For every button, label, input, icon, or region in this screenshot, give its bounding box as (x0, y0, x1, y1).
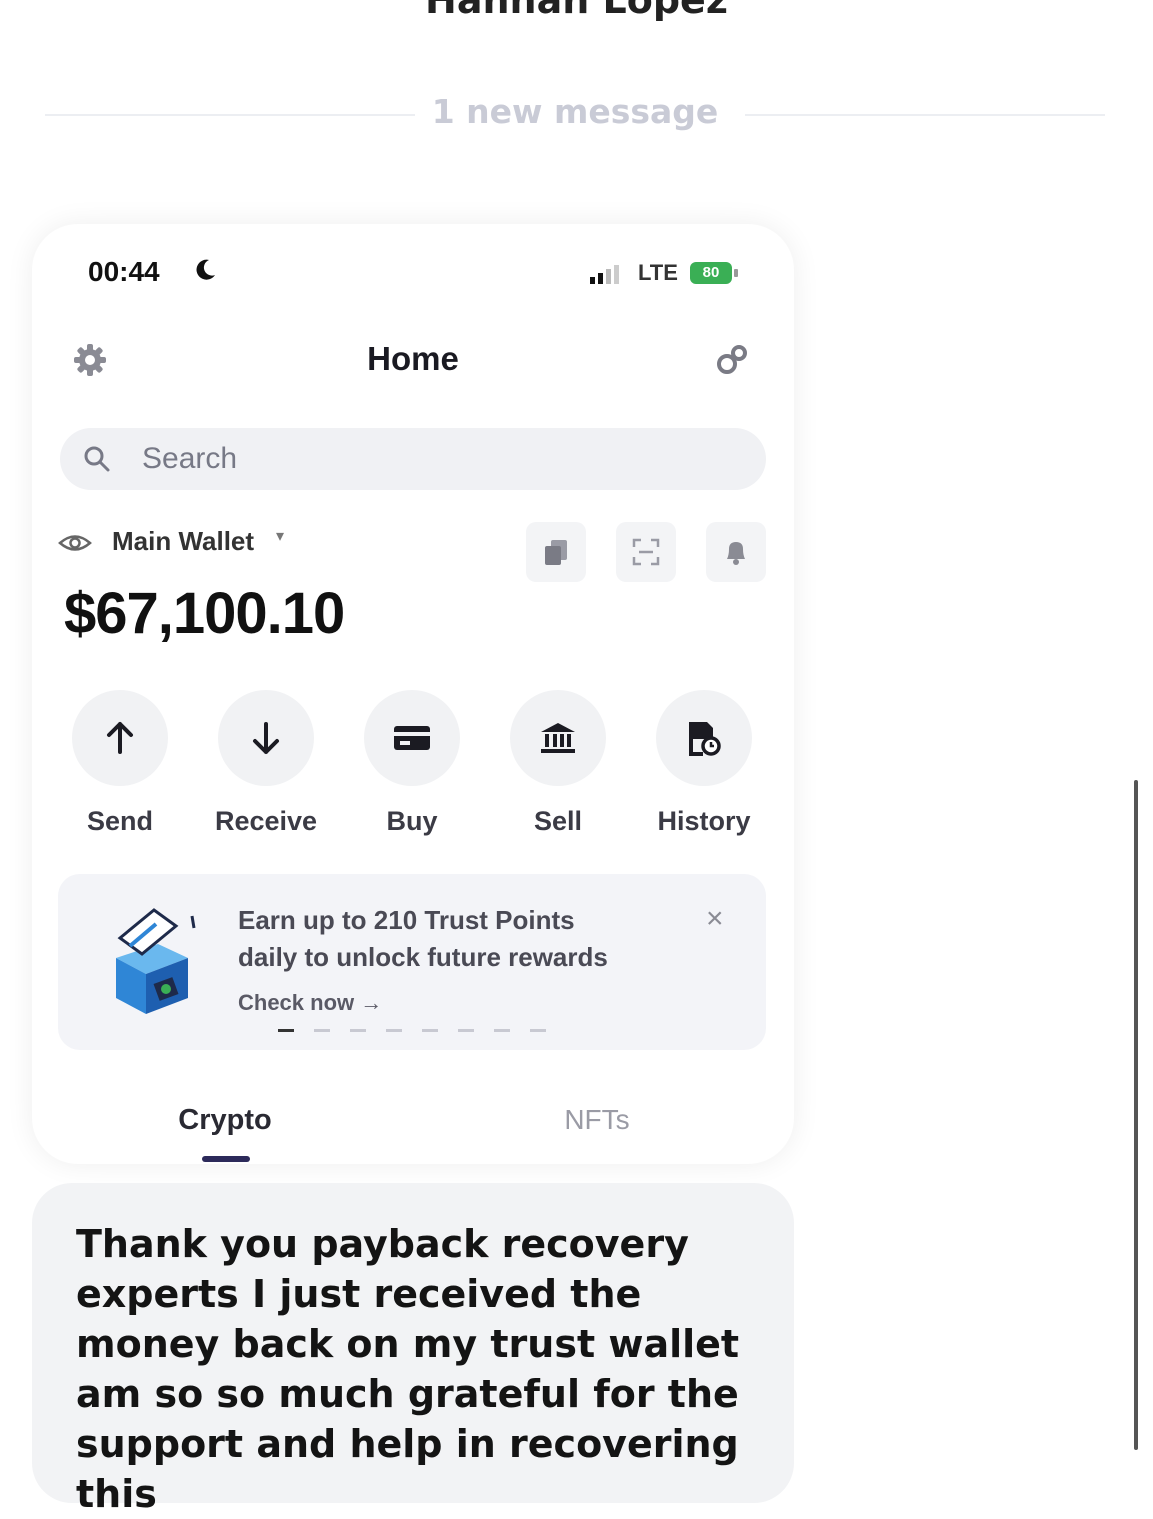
eye-icon[interactable] (58, 526, 92, 560)
status-time: 00:44 (88, 256, 160, 287)
promo-line-1: Earn up to 210 Trust Points (238, 905, 575, 935)
scan-icon (632, 538, 660, 566)
tab-crypto[interactable]: Crypto (150, 1104, 300, 1137)
new-message-divider: 1 new message (45, 92, 1105, 132)
active-tab-indicator (202, 1156, 250, 1162)
close-icon[interactable]: × (706, 902, 724, 936)
promo-line-2: daily to unlock future rewards (238, 942, 608, 972)
pager-dot (350, 1029, 366, 1032)
tab-nfts[interactable]: NFTs (532, 1104, 662, 1136)
signal-icon (590, 265, 619, 284)
wallet-screenshot-attachment[interactable]: 00:44 LTE 80 Home Search Main Wallet ▾ $… (32, 224, 794, 1164)
message-bubble[interactable]: Thank you payback recovery experts I jus… (32, 1183, 794, 1516)
buy-label: Buy (386, 806, 438, 836)
gift-box-icon (116, 908, 196, 1014)
pager-dot (530, 1029, 546, 1032)
receive-button[interactable]: Receive (204, 690, 328, 837)
check-now-link[interactable]: Check now → (238, 990, 382, 1016)
copy-button[interactable] (526, 522, 586, 582)
arrow-down-icon (253, 722, 279, 754)
bank-icon (541, 723, 575, 753)
new-message-label: 1 new message (431, 92, 719, 131)
chevron-down-icon[interactable]: ▾ (276, 526, 284, 546)
wallet-connect-icon[interactable] (712, 340, 752, 380)
pager-dot (314, 1029, 330, 1032)
wallet-selector[interactable]: Main Wallet (112, 526, 254, 557)
divider-line-right (745, 114, 1105, 116)
search-icon (84, 446, 110, 472)
sell-label: Sell (533, 806, 583, 836)
pager-dot (386, 1029, 402, 1032)
pager-dot-active (278, 1029, 294, 1032)
buy-button[interactable]: Buy (350, 690, 474, 837)
contact-name: Hannah Lopez (425, 0, 728, 22)
send-button[interactable]: Send (58, 690, 182, 837)
pager-dot (458, 1029, 474, 1032)
promo-text: Earn up to 210 Trust Points daily to unl… (238, 902, 608, 976)
history-button[interactable]: History (642, 690, 766, 837)
battery-icon: 80 (690, 262, 732, 284)
trust-points-banner[interactable]: Earn up to 210 Trust Points daily to unl… (58, 874, 766, 1050)
history-icon (689, 722, 721, 756)
pager-dot (494, 1029, 510, 1032)
wallet-balance: $67,100.10 (64, 581, 345, 646)
search-placeholder: Search (142, 442, 238, 475)
copy-icon (545, 540, 567, 565)
send-label: Send (86, 806, 153, 836)
history-label: History (657, 806, 751, 836)
scan-button[interactable] (616, 522, 676, 582)
pager-dot (422, 1029, 438, 1032)
receive-label: Receive (214, 806, 318, 836)
arrow-up-icon (107, 722, 133, 754)
search-input[interactable]: Search (60, 428, 766, 490)
notification-button[interactable] (706, 522, 766, 582)
card-icon (394, 726, 430, 750)
network-label: LTE (638, 260, 678, 285)
scrollbar[interactable] (1134, 780, 1138, 1450)
sell-button[interactable]: Sell (496, 690, 620, 837)
moon-icon (196, 259, 215, 280)
home-title: Home (367, 340, 459, 377)
battery-tip (734, 269, 738, 277)
bell-icon (727, 542, 745, 565)
message-text: Thank you payback recovery experts I jus… (76, 1222, 740, 1516)
